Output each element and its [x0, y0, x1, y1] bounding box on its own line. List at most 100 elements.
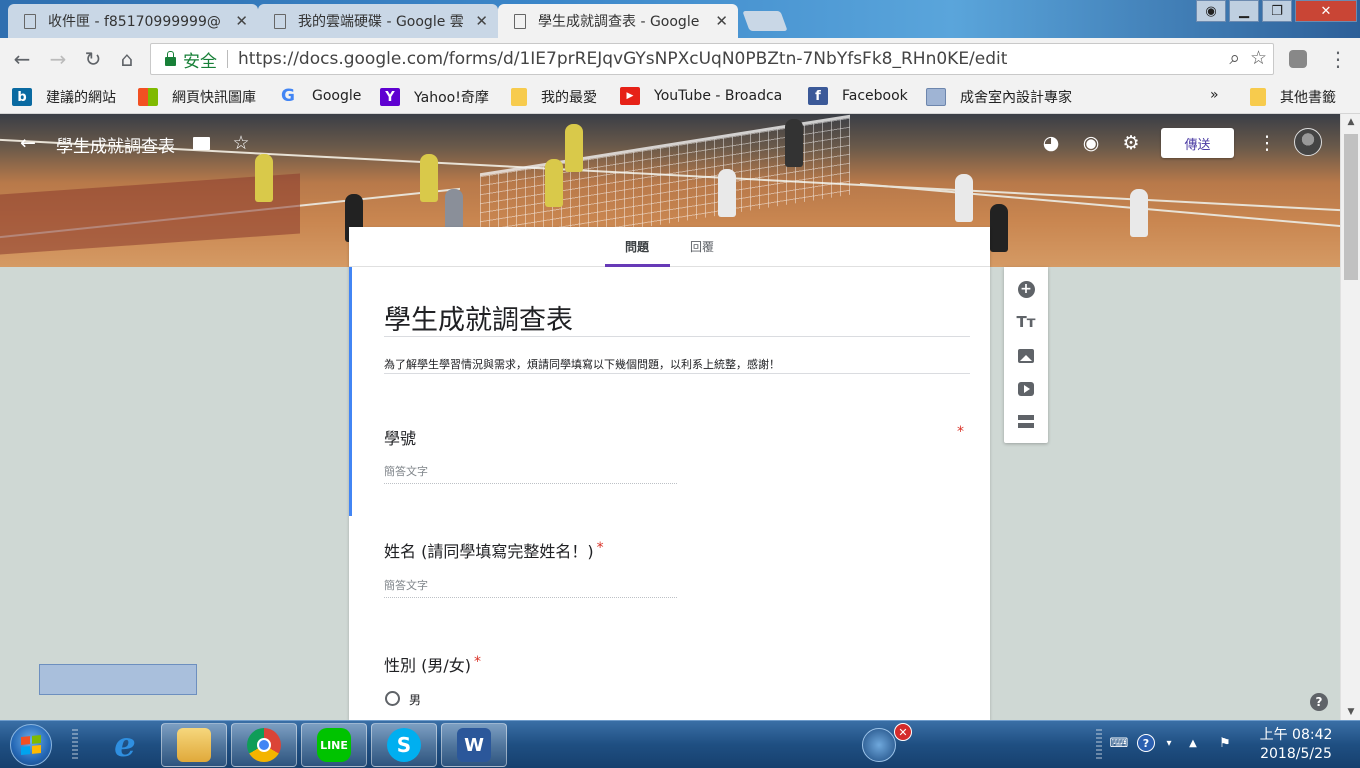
tab-title: 收件匣 - f85170999999@ — [48, 14, 221, 30]
player-figure — [955, 174, 973, 222]
help-icon[interactable]: ? — [1310, 693, 1328, 711]
bookmark-item[interactable]: b 建議的網站 — [12, 87, 116, 107]
add-question-button[interactable]: + — [1014, 277, 1038, 301]
bookmark-item[interactable]: 網頁快訊圖庫 — [138, 87, 256, 107]
address-bar[interactable]: 安全 https://docs.google.com/forms/d/1IE7p… — [150, 43, 1274, 75]
bookmark-label: YouTube - Broadca — [654, 88, 783, 104]
bookmark-item[interactable]: 我的最愛 — [511, 87, 597, 107]
browser-tab-form[interactable]: 學生成就調查表 - Google ✕ — [498, 4, 738, 38]
browser-menu-icon[interactable]: ⋮ — [1325, 46, 1351, 72]
browser-tab-inbox[interactable]: 收件匣 - f85170999999@ ✕ — [8, 4, 258, 38]
bookmark-star-icon[interactable]: ☆ — [1250, 47, 1267, 69]
short-answer-placeholder[interactable]: 簡答文字 — [384, 463, 677, 484]
settings-gear-icon[interactable]: ⚙ — [1118, 130, 1144, 156]
bookmark-label: 其他書籤 — [1280, 90, 1336, 106]
question-title[interactable]: 學號 — [384, 425, 416, 449]
bookmark-label: Facebook — [842, 88, 908, 104]
divider — [227, 50, 228, 68]
line-icon: LINE — [317, 728, 351, 762]
close-window-icon[interactable]: ✕ — [1295, 0, 1357, 22]
taskbar-line[interactable]: LINE — [301, 723, 367, 767]
taskbar-grip — [1096, 729, 1102, 761]
bookmark-item[interactable]: ▶ YouTube - Broadca — [620, 87, 782, 105]
more-bookmarks-button[interactable]: » — [1210, 87, 1219, 103]
show-hidden-icons[interactable]: ▲ — [1184, 734, 1202, 752]
home-icon[interactable]: ⌂ — [114, 46, 140, 72]
player-figure — [255, 154, 273, 202]
close-badge-icon[interactable]: ✕ — [894, 723, 912, 741]
add-video-button[interactable] — [1014, 377, 1038, 401]
reload-icon[interactable]: ↻ — [80, 46, 106, 72]
scroll-down-icon[interactable]: ▼ — [1341, 704, 1360, 720]
folder-icon[interactable] — [188, 130, 214, 156]
keyboard-icon[interactable]: ⌨ — [1110, 734, 1129, 752]
bookmark-item[interactable]: 成舍室內設計專家 — [926, 87, 1072, 107]
tab-responses[interactable]: 回覆 — [690, 238, 714, 255]
radio-option-label: 男 — [409, 693, 422, 707]
required-asterisk: * — [596, 540, 604, 556]
tray-options-icon[interactable]: ▾ — [1160, 734, 1178, 752]
taskbar-explorer[interactable] — [161, 723, 227, 767]
preview-eye-icon[interactable]: ◉ — [1078, 130, 1104, 156]
taskbar-network-app[interactable]: ✕ — [846, 723, 912, 767]
browser-tab-drive[interactable]: 我的雲端硬碟 - Google 雲 ✕ — [258, 4, 498, 38]
taskbar-chrome[interactable] — [231, 723, 297, 767]
new-tab-button[interactable] — [742, 11, 788, 31]
scroll-up-icon[interactable]: ▲ — [1341, 114, 1360, 130]
forward-icon[interactable]: → — [45, 46, 71, 72]
taskbar-grip — [72, 729, 78, 761]
floating-panel[interactable] — [39, 664, 197, 695]
question-title-text: 性別 (男/女) — [384, 656, 471, 675]
taskbar-skype[interactable]: S — [371, 723, 437, 767]
taskbar-ie[interactable]: e — [92, 723, 158, 767]
player-figure — [990, 204, 1008, 252]
add-image-button[interactable] — [1014, 344, 1038, 368]
send-button[interactable]: 傳送 — [1161, 128, 1234, 158]
question-title[interactable]: 姓名 (請同學填寫完整姓名！) * — [384, 538, 604, 562]
section-icon — [1018, 415, 1034, 429]
add-section-button[interactable] — [1014, 410, 1038, 434]
avatar[interactable] — [1294, 128, 1322, 156]
star-icon[interactable]: ☆ — [228, 130, 254, 156]
page-icon — [926, 88, 946, 106]
back-icon[interactable]: ← — [9, 46, 35, 72]
maximize-icon[interactable]: ❐ — [1262, 0, 1292, 22]
zoom-search-icon[interactable]: ⌕ — [1229, 47, 1240, 69]
form-description[interactable]: 為了解學生學習情況與需求，煩請同學填寫以下幾個問題，以利系上統整，感謝！ — [384, 356, 780, 372]
facebook-icon: f — [808, 87, 828, 105]
scrollbar-thumb[interactable] — [1344, 134, 1358, 280]
short-answer-placeholder[interactable]: 簡答文字 — [384, 577, 677, 598]
back-arrow-icon[interactable]: ← — [15, 130, 41, 156]
form-tabs: 問題 回覆 — [349, 227, 990, 267]
bookmark-item[interactable]: G Google — [278, 86, 361, 106]
extension-icon[interactable] — [1285, 46, 1311, 72]
video-icon — [1018, 382, 1034, 396]
browser-tab-strip: 收件匣 - f85170999999@ ✕ 我的雲端硬碟 - Google 雲 … — [0, 0, 1360, 38]
taskbar-word[interactable]: W — [441, 723, 507, 767]
tab-questions[interactable]: 問題 — [625, 238, 649, 255]
help-tray-icon[interactable]: ? — [1137, 734, 1155, 752]
player-figure — [785, 119, 803, 167]
text-format-icon: Tт — [1016, 313, 1036, 331]
player-figure — [565, 124, 583, 172]
close-tab-icon[interactable]: ✕ — [475, 12, 488, 30]
start-button[interactable] — [10, 724, 52, 766]
question-title[interactable]: 性別 (男/女) * — [384, 652, 481, 676]
page-scrollbar[interactable]: ▲ ▼ — [1340, 114, 1360, 720]
add-title-button[interactable]: Tт — [1014, 310, 1038, 334]
user-profile-icon[interactable]: ◉ — [1196, 0, 1226, 22]
more-options-icon[interactable]: ⋮ — [1254, 130, 1280, 156]
close-tab-icon[interactable]: ✕ — [235, 12, 248, 30]
bookmark-item[interactable]: f Facebook — [808, 87, 908, 105]
url-text[interactable]: https://docs.google.com/forms/d/1IE7prRE… — [238, 49, 1007, 69]
system-clock[interactable]: 上午 08:42 2018/5/25 — [1252, 726, 1340, 764]
network-status-icon[interactable]: ⚑ — [1216, 734, 1234, 752]
close-tab-icon[interactable]: ✕ — [715, 12, 728, 30]
palette-icon[interactable]: ◕ — [1038, 130, 1064, 156]
form-title[interactable]: 學生成就調查表 — [384, 298, 573, 337]
bing-icon: b — [12, 88, 32, 106]
other-bookmarks[interactable]: 其他書籤 — [1250, 87, 1336, 107]
radio-button[interactable] — [385, 691, 400, 706]
bookmark-item[interactable]: Y Yahoo!奇摩 — [380, 87, 489, 107]
minimize-icon[interactable]: ▁ — [1229, 0, 1259, 22]
